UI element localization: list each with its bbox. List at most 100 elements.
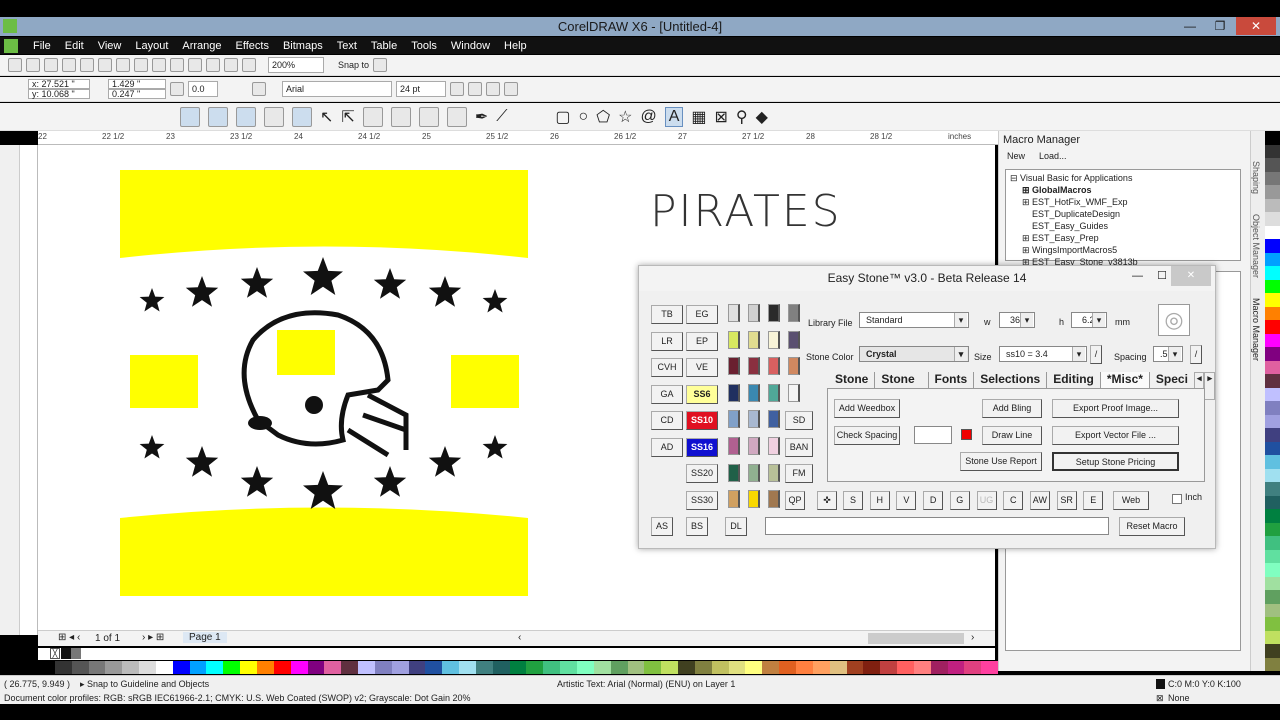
setup-stone-pricing-button[interactable]: Setup Stone Pricing (1052, 452, 1179, 471)
stone-color-swatch[interactable] (748, 463, 760, 482)
color-swatch[interactable] (71, 661, 89, 674)
color-swatch[interactable] (577, 661, 594, 674)
import-icon[interactable] (188, 58, 202, 72)
export-proof-image-button[interactable]: Export Proof Image... (1052, 399, 1179, 418)
application-launcher-icon[interactable] (224, 58, 238, 72)
freehand-pick-icon[interactable]: ⇱ (341, 107, 354, 127)
color-swatch[interactable] (459, 661, 476, 674)
new-icon[interactable] (8, 58, 22, 72)
star-shape[interactable] (303, 257, 343, 295)
copy-icon[interactable] (98, 58, 112, 72)
color-swatch[interactable] (206, 661, 224, 674)
color-swatch[interactable] (256, 661, 274, 674)
menu-file[interactable]: File (26, 40, 58, 52)
color-swatch[interactable] (1265, 239, 1280, 253)
menu-window[interactable]: Window (444, 40, 497, 52)
button-ban[interactable]: BAN (785, 438, 813, 457)
library-file-select[interactable]: Standard (859, 312, 969, 328)
spacing-edit-button[interactable]: / (1190, 345, 1202, 364)
menu-effects[interactable]: Effects (229, 40, 276, 52)
color-swatch[interactable] (1265, 266, 1280, 280)
welcome-screen-icon[interactable] (242, 58, 256, 72)
color-swatch[interactable] (728, 661, 746, 674)
stone-color-swatch[interactable] (768, 490, 780, 509)
width-field[interactable]: 1.429 " (108, 79, 166, 89)
right-yellow-box[interactable] (451, 355, 519, 408)
button-cvh[interactable]: CVH (651, 358, 683, 378)
undo-icon[interactable] (134, 58, 148, 72)
maximize-button[interactable]: ❐ (1206, 17, 1234, 35)
rotation-field[interactable]: 0.0 (188, 81, 218, 97)
button-ss30[interactable]: SS30 (686, 491, 718, 510)
pen-icon[interactable]: ✒ (475, 107, 488, 127)
color-swatch[interactable] (38, 661, 55, 674)
stone-color-swatch[interactable] (788, 304, 800, 322)
button-ve[interactable]: VE (686, 358, 718, 378)
stone-color-swatch[interactable] (748, 304, 760, 322)
color-swatch[interactable] (1265, 509, 1280, 523)
color-swatch[interactable] (408, 661, 426, 674)
default-color-palette[interactable] (38, 661, 999, 674)
color-swatch[interactable] (122, 661, 140, 674)
horizontal-ruler[interactable]: 22 22 1/2 23 23 1/2 24 24 1/2 25 25 1/2 26 26 1/2… (38, 131, 998, 145)
color-swatch[interactable] (1265, 347, 1280, 361)
macro-tree[interactable]: ⊟ Visual Basic for Applications ⊞ Global… (1005, 169, 1241, 267)
button-e[interactable]: E (1083, 491, 1104, 510)
color-swatch[interactable] (358, 661, 375, 674)
color-swatch[interactable] (627, 661, 645, 674)
star-shape[interactable] (373, 268, 407, 299)
menu-arrange[interactable]: Arrange (175, 40, 228, 52)
star-shape[interactable] (139, 288, 165, 312)
button-fm[interactable]: FM (785, 464, 813, 483)
star-shape[interactable] (240, 267, 274, 298)
button-sr[interactable]: SR (1056, 491, 1077, 510)
tree-item[interactable]: ⊞ EST_HotFix_WMF_Exp (1010, 196, 1236, 208)
color-swatch[interactable] (661, 661, 679, 674)
color-swatch[interactable] (694, 661, 712, 674)
menu-layout[interactable]: Layout (128, 40, 175, 52)
tab-scroll-right[interactable]: ▸ (1204, 372, 1215, 400)
text-tool-icon[interactable]: A (664, 106, 684, 127)
star-shape[interactable] (428, 276, 462, 307)
color-swatch[interactable] (1265, 374, 1280, 388)
color-swatch[interactable] (1265, 549, 1280, 563)
color-swatch[interactable] (779, 661, 796, 674)
bounding-box-icon[interactable] (236, 106, 256, 127)
stone-color-swatch[interactable] (788, 330, 800, 349)
button-ug[interactable]: UG (976, 491, 997, 510)
color-swatch[interactable] (240, 661, 257, 674)
cut-icon[interactable] (80, 58, 94, 72)
button-qp[interactable]: QP (785, 491, 805, 510)
width-input[interactable]: 36.29 (999, 312, 1035, 328)
scroll-right-arrow[interactable]: › (971, 632, 974, 643)
stone-color-swatch[interactable] (768, 383, 780, 402)
line-color-swatch[interactable] (961, 429, 972, 440)
stone-color-swatch[interactable] (768, 357, 780, 376)
pirates-text[interactable]: PIRATES (650, 186, 842, 237)
button-ga[interactable]: GA (651, 384, 683, 404)
stone-color-swatch[interactable] (788, 383, 800, 402)
stone-color-swatch[interactable] (768, 304, 780, 322)
color-swatch[interactable] (324, 661, 342, 674)
stone-color-swatch[interactable] (748, 437, 760, 455)
smudge-icon[interactable] (390, 106, 411, 127)
color-swatch[interactable] (711, 661, 729, 674)
color-swatch[interactable] (290, 661, 308, 674)
button-ss20[interactable]: SS20 (686, 464, 718, 483)
star-shape[interactable] (185, 446, 219, 477)
color-swatch[interactable] (425, 661, 443, 674)
snap-status[interactable]: ▸ Snap to Guideline and Objects (80, 679, 209, 690)
color-swatch[interactable] (1265, 630, 1280, 644)
button-ss6[interactable]: SS6 (686, 384, 718, 404)
color-swatch[interactable] (1265, 401, 1280, 415)
star-shape[interactable] (428, 446, 462, 477)
x-position-field[interactable]: x: 27.521 " (28, 79, 90, 89)
button-bs[interactable]: BS (686, 517, 708, 536)
color-swatch[interactable] (947, 661, 965, 674)
button-ss16[interactable]: SS16 (686, 438, 718, 457)
color-swatch[interactable] (1265, 293, 1280, 307)
top-yellow-banner[interactable] (120, 170, 528, 258)
menu-bitmaps[interactable]: Bitmaps (276, 40, 330, 52)
lock-ratio-icon[interactable] (170, 82, 184, 96)
inch-checkbox[interactable] (1172, 494, 1182, 504)
